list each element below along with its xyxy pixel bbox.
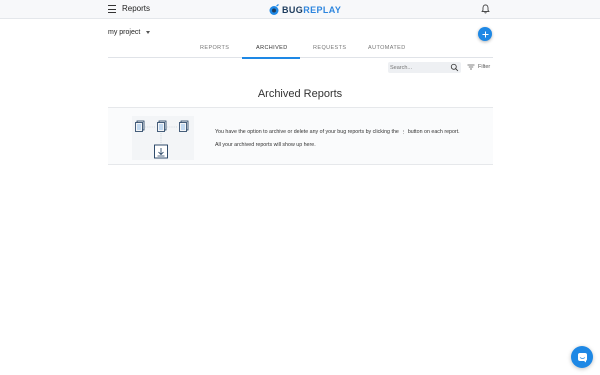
message-part-a: You have the option to archive or delete… (215, 129, 399, 135)
page-title: Reports (122, 4, 151, 13)
top-bar: Reports BUGREPLAY (0, 0, 600, 19)
hamburger-icon[interactable] (108, 5, 116, 13)
filter-label: Filter (478, 64, 491, 70)
tab-automated[interactable]: AUTOMATED (368, 45, 406, 51)
tab-requests[interactable]: REQUESTS (313, 45, 346, 51)
tab-bar: REPORTS ARCHIVED REQUESTS AUTOMATED (108, 41, 493, 58)
caret-down-icon (146, 31, 151, 34)
bug-logo-icon (269, 3, 279, 15)
bell-icon[interactable] (481, 4, 490, 14)
search-input[interactable] (390, 63, 448, 72)
add-report-button[interactable] (478, 27, 492, 41)
logo-text-bug: BUG (282, 4, 304, 15)
project-name: my project (108, 29, 141, 36)
message-part-b: button on each report. (407, 129, 460, 135)
logo-text-replay: REPLAY (303, 4, 342, 15)
plus-icon (482, 31, 488, 37)
more-options-icon: ⋮ (400, 130, 406, 136)
active-tab-indicator (242, 57, 300, 59)
tab-archived[interactable]: ARCHIVED (256, 45, 288, 51)
bugreplay-logo: BUGREPLAY (268, 3, 341, 16)
search-icon[interactable] (450, 63, 459, 72)
chat-icon (577, 352, 587, 362)
archive-illustration (132, 116, 194, 160)
chat-launcher-button[interactable] (571, 346, 593, 368)
empty-state-panel: You have the option to archive or delete… (108, 107, 493, 165)
tab-reports[interactable]: REPORTS (200, 45, 229, 51)
section-heading: Archived Reports (257, 88, 343, 100)
empty-state-message-line2: All your archived reports will show up h… (215, 142, 316, 148)
search-box (388, 62, 461, 73)
project-selector[interactable]: my project (108, 29, 151, 36)
empty-state-message-line1: You have the option to archive or delete… (215, 129, 460, 136)
filter-icon (467, 64, 475, 70)
filter-button[interactable]: Filter (467, 64, 490, 70)
